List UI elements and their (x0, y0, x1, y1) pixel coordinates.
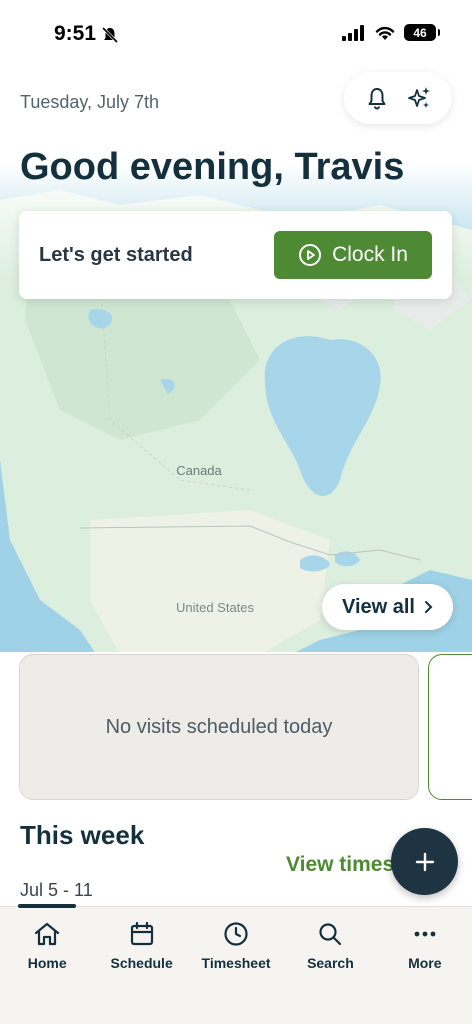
clock-in-button-label: Clock In (332, 243, 408, 266)
week-date-range: Jul 5 - 11 (20, 880, 93, 900)
next-card-peek[interactable] (428, 654, 472, 800)
current-date: Tuesday, July 7th (20, 92, 160, 112)
tab-home-label: Home (27, 955, 67, 971)
tab-timesheet[interactable]: Timesheet (189, 907, 283, 1024)
tab-schedule[interactable]: Schedule (94, 907, 188, 1024)
tab-more[interactable]: More (378, 907, 472, 1024)
cellular-signal-icon (342, 24, 364, 41)
no-visits-card: No visits scheduled today (19, 654, 419, 800)
battery-indicator: 46 (404, 24, 440, 41)
greeting-title: Good evening, Travis (20, 146, 405, 188)
header-actions (344, 72, 452, 124)
no-visits-message: No visits scheduled today (105, 715, 333, 738)
bell-muted-icon (101, 26, 119, 44)
play-circle-icon (299, 244, 322, 266)
active-tab-indicator (18, 904, 76, 908)
clock-in-card-label: Let's get started (39, 243, 193, 266)
wifi-icon (375, 26, 395, 40)
sparkles-icon[interactable] (406, 85, 432, 111)
status-bar: 9:51 46 (0, 0, 472, 64)
view-all-label: View all (341, 595, 415, 618)
tab-timesheet-label: Timesheet (201, 955, 271, 971)
tab-search[interactable]: Search (283, 907, 377, 1024)
tab-search-label: Search (307, 955, 354, 971)
add-button[interactable] (391, 828, 458, 895)
view-timesheet-link[interactable]: View timesheet (286, 853, 406, 877)
clock-in-card: Let's get started Clock In (19, 211, 452, 299)
chevron-right-icon (425, 601, 433, 613)
tab-schedule-label: Schedule (110, 955, 173, 971)
status-time: 9:51 (54, 22, 97, 45)
tab-home[interactable]: Home (0, 907, 94, 1024)
more-icon (414, 931, 436, 937)
search-icon (319, 923, 342, 946)
plus-icon (415, 852, 434, 871)
this-week-title: This week (20, 820, 145, 850)
bell-icon[interactable] (365, 86, 389, 110)
bottom-tab-bar: Home Schedule Timesheet Search More (0, 904, 472, 1024)
clock-in-button[interactable]: Clock In (274, 231, 432, 279)
calendar-icon (130, 921, 153, 946)
map-label-canada: Canada (176, 463, 222, 478)
map-label-united-states: United States (176, 600, 255, 615)
tab-more-label: More (408, 955, 442, 971)
home-icon (35, 922, 60, 946)
clock-icon (224, 922, 248, 946)
view-all-button[interactable]: View all (322, 584, 453, 630)
